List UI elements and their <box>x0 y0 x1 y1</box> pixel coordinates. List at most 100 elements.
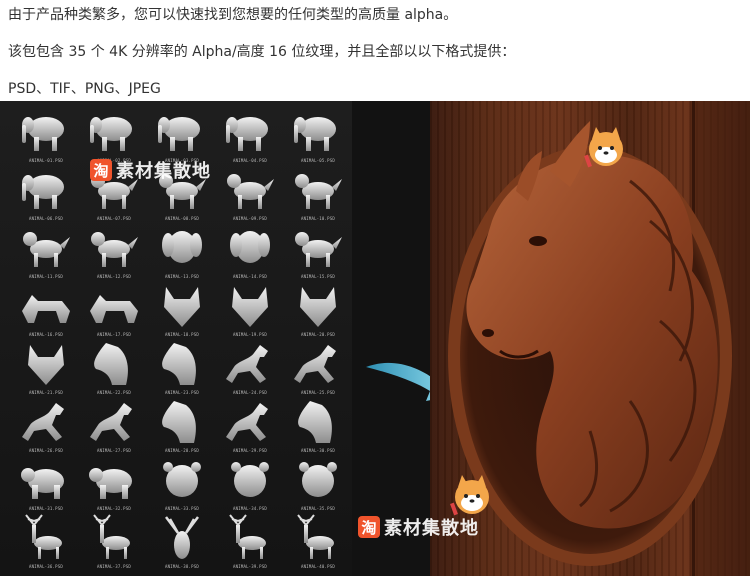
horse-icon <box>226 403 268 441</box>
watermark-badge: 淘 <box>358 516 380 538</box>
thumbnail-caption: ANIMAL-40.PSD <box>301 564 335 569</box>
alpha-thumbnail: ANIMAL-11.PSD <box>14 223 78 287</box>
bear-head-icon <box>299 462 337 497</box>
alpha-thumbnail: ANIMAL-35.PSD <box>286 455 350 519</box>
thumbnail-caption: ANIMAL-36.PSD <box>29 564 63 569</box>
watermark-text: 素材集散地 <box>384 518 479 539</box>
alpha-thumbnail: ANIMAL-25.PSD <box>286 339 350 403</box>
wolf-head-icon <box>300 287 336 327</box>
dog-head-icon <box>230 231 270 263</box>
shiba-mascot-icon <box>584 127 623 168</box>
thumbnail-caption: ANIMAL-13.PSD <box>165 274 199 279</box>
thumbnail-caption: ANIMAL-23.PSD <box>165 390 199 395</box>
horse-icon <box>294 345 336 383</box>
alpha-thumbnail: ANIMAL-37.PSD <box>82 513 146 576</box>
wolf-head-icon <box>232 287 268 327</box>
thumbnail-caption: ANIMAL-32.PSD <box>97 506 131 511</box>
alpha-thumbnail: ANIMAL-30.PSD <box>286 397 350 461</box>
thumbnail-caption: ANIMAL-09.PSD <box>233 216 267 221</box>
thumbnail-caption: ANIMAL-34.PSD <box>233 506 267 511</box>
thumbnail-caption: ANIMAL-29.PSD <box>233 448 267 453</box>
thumbnail-caption: ANIMAL-37.PSD <box>97 564 131 569</box>
deer-icon <box>229 514 266 559</box>
alpha-thumbnail: ANIMAL-34.PSD <box>218 455 282 519</box>
thumbnail-caption: ANIMAL-16.PSD <box>29 332 63 337</box>
wolf-head-icon <box>28 345 64 385</box>
thumbnail-caption: ANIMAL-19.PSD <box>233 332 267 337</box>
horse-head-icon <box>94 343 128 385</box>
bear-head-icon <box>231 462 269 497</box>
thumbnail-caption: ANIMAL-38.PSD <box>165 564 199 569</box>
deer-icon <box>297 514 334 559</box>
alpha-thumbnail: ANIMAL-23.PSD <box>150 339 214 403</box>
dog-icon <box>227 174 274 209</box>
thumbnail-caption: ANIMAL-22.PSD <box>97 390 131 395</box>
elephant-icon <box>22 175 64 209</box>
thumbnail-caption: ANIMAL-35.PSD <box>301 506 335 511</box>
intro-line-1: 由于产品种类繁多，您可以快速找到您想要的任何类型的高质量 alpha。 <box>8 7 458 23</box>
thumbnail-caption: ANIMAL-30.PSD <box>301 448 335 453</box>
alpha-thumbnail: ANIMAL-04.PSD <box>218 107 282 171</box>
alpha-thumbnail: ANIMAL-33.PSD <box>150 455 214 519</box>
horse-head-icon <box>298 401 332 443</box>
bear-icon <box>21 468 64 499</box>
watermark: 淘 素材集散地 <box>358 514 479 540</box>
horse-icon <box>22 403 64 441</box>
alpha-thumbnail: ANIMAL-29.PSD <box>218 397 282 461</box>
dog-icon <box>295 174 342 209</box>
deer-icon <box>25 514 62 559</box>
alpha-thumbnail: ANIMAL-40.PSD <box>286 513 350 576</box>
wolf-head-icon <box>164 287 200 327</box>
dog-head-icon <box>162 231 202 263</box>
thumbnail-caption: ANIMAL-01.PSD <box>29 158 63 163</box>
intro-line-2: 该包包含 35 个 4K 分辨率的 Alpha/高度 16 位纹理，并且全部以以… <box>8 44 516 60</box>
elephant-icon <box>90 117 132 151</box>
elephant-icon <box>294 117 336 151</box>
thumbnail-caption: ANIMAL-10.PSD <box>301 216 335 221</box>
dog-icon <box>91 232 138 267</box>
thumbnail-caption: ANIMAL-06.PSD <box>29 216 63 221</box>
watermark-badge: 淘 <box>90 159 112 181</box>
thumbnail-caption: ANIMAL-20.PSD <box>301 332 335 337</box>
thumbnail-caption: ANIMAL-15.PSD <box>301 274 335 279</box>
deer-head-icon <box>165 516 199 559</box>
wolf-icon <box>90 295 138 323</box>
horse-head-icon <box>162 343 196 385</box>
thumbnail-caption: ANIMAL-21.PSD <box>29 390 63 395</box>
alpha-thumbnail: ANIMAL-27.PSD <box>82 397 146 461</box>
thumbnail-caption: ANIMAL-33.PSD <box>165 506 199 511</box>
thumbnail-caption: ANIMAL-18.PSD <box>165 332 199 337</box>
horse-icon <box>90 403 132 441</box>
formats-line: PSD、TIF、PNG、JPEG <box>8 81 161 97</box>
alpha-thumbnail: ANIMAL-36.PSD <box>14 513 78 576</box>
thumbnail-caption: ANIMAL-07.PSD <box>97 216 131 221</box>
alpha-thumbnail: ANIMAL-22.PSD <box>82 339 146 403</box>
alpha-thumbnail: ANIMAL-17.PSD <box>82 281 146 345</box>
shiba-mascot-icon <box>450 475 489 516</box>
wolf-icon <box>22 295 70 323</box>
deer-icon <box>93 514 130 559</box>
alpha-thumbnail: ANIMAL-09.PSD <box>218 165 282 229</box>
watermark: 淘 素材集散地 <box>90 157 211 183</box>
alpha-thumbnail: ANIMAL-26.PSD <box>14 397 78 461</box>
thumbnail-caption: ANIMAL-12.PSD <box>97 274 131 279</box>
thumbnail-caption: ANIMAL-08.PSD <box>165 216 199 221</box>
alpha-thumbnail: ANIMAL-20.PSD <box>286 281 350 345</box>
alpha-thumbnail: ANIMAL-12.PSD <box>82 223 146 287</box>
elephant-icon <box>226 117 268 151</box>
elephant-icon <box>158 117 200 151</box>
thumbnail-caption: ANIMAL-26.PSD <box>29 448 63 453</box>
alpha-thumbnail: ANIMAL-21.PSD <box>14 339 78 403</box>
thumbnail-caption: ANIMAL-04.PSD <box>233 158 267 163</box>
dog-icon <box>295 232 342 267</box>
alpha-thumbnail: ANIMAL-14.PSD <box>218 223 282 287</box>
alpha-thumbnail: ANIMAL-31.PSD <box>14 455 78 519</box>
alpha-thumbnail: ANIMAL-19.PSD <box>218 281 282 345</box>
bear-head-icon <box>163 462 201 497</box>
alpha-thumbnail: ANIMAL-32.PSD <box>82 455 146 519</box>
thumbnail-caption: ANIMAL-14.PSD <box>233 274 267 279</box>
product-preview-image: ANIMAL-01.PSD ANIMAL-02.PSD ANIMAL-03.PSD A… <box>0 101 750 576</box>
alpha-thumbnail: ANIMAL-05.PSD <box>286 107 350 171</box>
thumbnail-caption: ANIMAL-05.PSD <box>301 158 335 163</box>
horse-head-icon <box>162 401 196 443</box>
